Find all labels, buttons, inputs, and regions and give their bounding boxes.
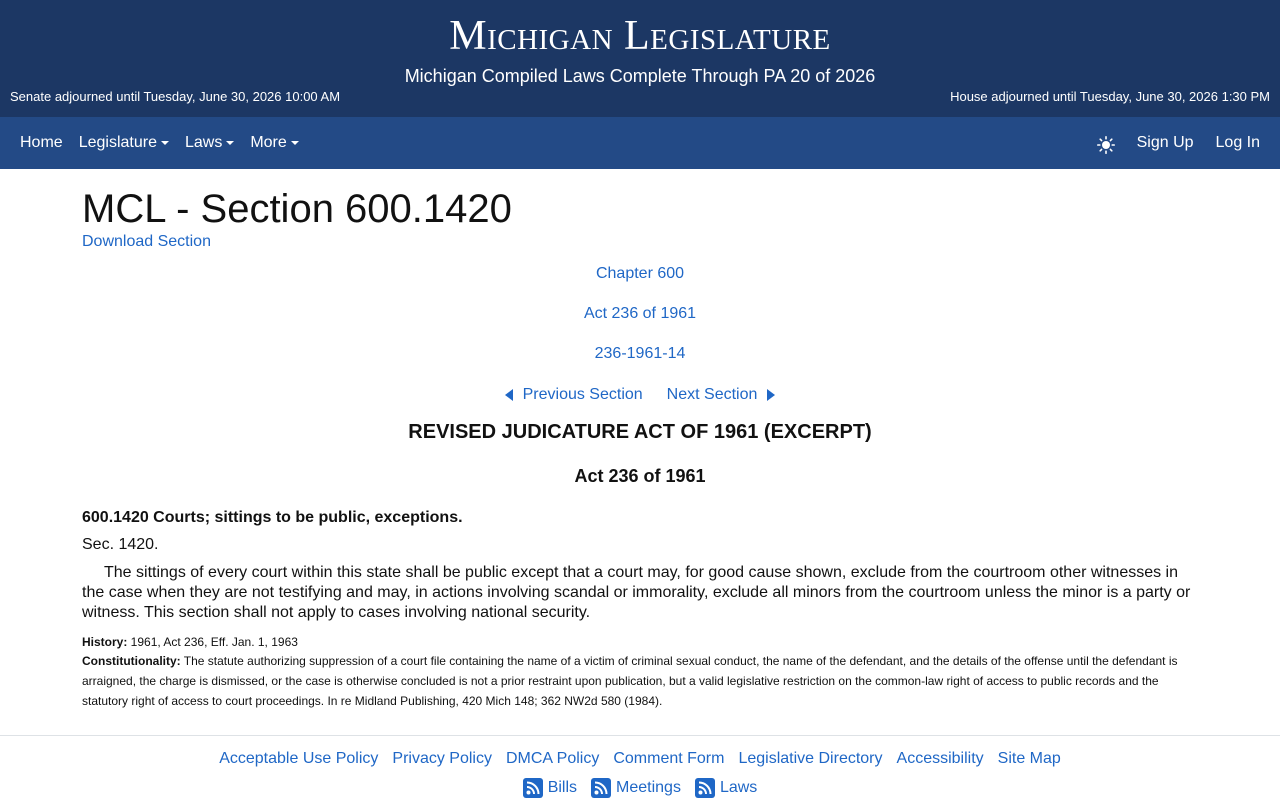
nav-legislature-label: Legislature: [78, 134, 157, 151]
footer-link-privacy[interactable]: Privacy Policy: [392, 750, 492, 768]
feed-links: Bills Meetings Laws: [0, 778, 1280, 798]
history-note: History: 1961, Act 236, Eff. Jan. 1, 196…: [82, 632, 1198, 652]
site-subtitle: Michigan Compiled Laws Complete Through …: [404, 66, 876, 86]
rss-icon: [694, 778, 715, 798]
log-in-link[interactable]: Log In: [1216, 134, 1260, 152]
sun-icon[interactable]: [1096, 135, 1115, 154]
caret-down-icon: [290, 141, 299, 145]
feed-laws[interactable]: Laws: [694, 778, 758, 798]
act-link-row: Act 236 of 1961: [82, 305, 1198, 323]
triangle-left-icon: [504, 389, 513, 401]
footer-link-acceptable-use[interactable]: Acceptable Use Policy: [219, 750, 378, 768]
download-section-link[interactable]: Download Section: [82, 233, 211, 251]
section-body: The sittings of every court within this …: [82, 564, 1191, 621]
page-footer: Acceptable Use Policy Privacy Policy DMC…: [0, 735, 1280, 800]
nav-left: Home Legislature Laws More: [20, 117, 315, 169]
main-navbar: Home Legislature Laws More Sign Up Log I…: [0, 117, 1280, 169]
act-title: REVISED JUDICATURE ACT OF 1961 (EXCERPT): [408, 421, 872, 443]
triangle-right-icon: [767, 389, 776, 401]
feed-bills[interactable]: Bills: [522, 778, 578, 798]
footer-link-accessibility[interactable]: Accessibility: [897, 750, 984, 768]
constitutionality-note: Constitutionality: The statute authorizi…: [82, 651, 1198, 711]
site-banner: Michigan Legislature Michigan Compiled L…: [0, 0, 1280, 117]
history-text: 1961, Act 236, Eff. Jan. 1, 1963: [127, 635, 298, 649]
part-link-row: 236-1961-14: [82, 345, 1198, 363]
site-title[interactable]: Michigan Legislature: [0, 12, 1280, 60]
act-link[interactable]: Act 236 of 1961: [584, 305, 696, 322]
caret-down-icon: [160, 141, 169, 145]
previous-section-link[interactable]: Previous Section: [504, 386, 643, 404]
history-label: History:: [82, 635, 128, 649]
page-title: MCL - Section 600.1420: [82, 187, 512, 231]
footer-link-dmca[interactable]: DMCA Policy: [506, 750, 599, 768]
next-section-link[interactable]: Next Section: [667, 386, 776, 404]
footer-link-legislative-directory[interactable]: Legislative Directory: [738, 750, 882, 768]
senate-status: Senate adjourned until Tuesday, June 30,…: [10, 89, 341, 104]
footer-link-site-map[interactable]: Site Map: [998, 750, 1061, 768]
nav-right: Sign Up Log In: [1096, 117, 1260, 169]
feed-laws-label: Laws: [719, 779, 758, 796]
next-section-label: Next Section: [666, 386, 758, 403]
nav-more-label: More: [250, 134, 287, 151]
feed-meetings-label: Meetings: [616, 779, 681, 796]
footer-link-comment-form[interactable]: Comment Form: [613, 750, 724, 768]
nav-home[interactable]: Home: [20, 134, 63, 152]
nav-home-label: Home: [20, 134, 63, 151]
constitutionality-label: Constitutionality:: [82, 654, 181, 668]
rss-icon: [591, 778, 612, 798]
constitutionality-text: The statute authorizing suppression of a…: [82, 654, 1178, 708]
caret-down-icon: [226, 141, 235, 145]
nav-legislature[interactable]: Legislature: [79, 134, 169, 152]
chapter-link[interactable]: Chapter 600: [596, 265, 684, 282]
chapter-link-row: Chapter 600: [82, 265, 1198, 283]
house-status: House adjourned until Tuesday, June 30, …: [950, 89, 1270, 104]
act-subtitle: Act 236 of 1961: [574, 466, 706, 486]
footer-links: Acceptable Use Policy Privacy Policy DMC…: [0, 750, 1280, 768]
section-navigation: Previous Section Next Section: [82, 386, 1198, 404]
previous-section-label: Previous Section: [522, 386, 643, 403]
nav-laws[interactable]: Laws: [184, 134, 235, 152]
section-heading: 600.1420 Courts; sittings to be public, …: [82, 509, 463, 526]
part-link[interactable]: 236-1961-14: [595, 345, 686, 362]
nav-more[interactable]: More: [250, 134, 299, 152]
sign-up-link[interactable]: Sign Up: [1137, 134, 1194, 152]
feed-meetings[interactable]: Meetings: [591, 778, 681, 798]
section-number-label: Sec. 1420.: [82, 536, 159, 553]
rss-icon: [522, 778, 543, 798]
feed-bills-label: Bills: [547, 779, 578, 796]
nav-laws-label: Laws: [184, 134, 223, 151]
